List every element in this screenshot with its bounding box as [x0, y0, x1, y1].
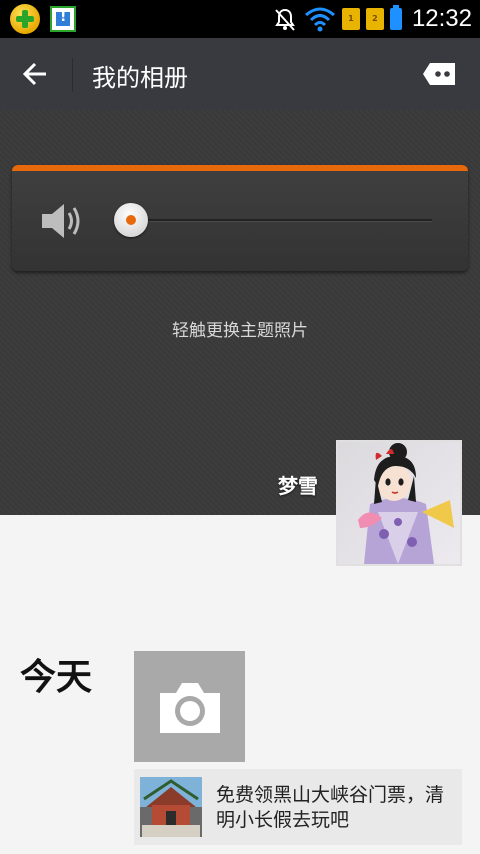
camera-icon	[159, 682, 220, 733]
feed-day-label: 今天	[20, 657, 93, 698]
wifi-icon	[304, 7, 335, 32]
album-screen: 1 2 12:32 我的相册	[0, 0, 480, 854]
alarm-off-icon	[275, 8, 295, 31]
username: 梦雪	[278, 474, 318, 498]
ad-thumbnail	[140, 777, 202, 837]
sim2-icon: 2	[365, 8, 384, 30]
message-more-button[interactable]	[420, 58, 460, 90]
avatar[interactable]	[336, 440, 462, 566]
avatar-image	[338, 442, 460, 564]
arrow-left-icon	[22, 62, 46, 86]
status-time: 12:32	[411, 5, 472, 32]
back-button[interactable]	[14, 54, 58, 94]
ad-text: 免费领黑山大峡谷门票，清明小长假去玩吧	[216, 784, 445, 831]
post-photo-button[interactable]	[134, 651, 245, 762]
music-player	[12, 165, 468, 271]
battery-icon	[389, 5, 402, 30]
change-cover-hint[interactable]: 轻触更换主题照片	[0, 316, 480, 341]
speaker-icon[interactable]	[40, 201, 84, 241]
ad-card[interactable]: 免费领黑山大峡谷门票，清明小长假去玩吧	[134, 769, 462, 845]
volume-slider-knob[interactable]	[114, 203, 148, 237]
sim1-icon: 1	[341, 8, 360, 30]
app-download-icon	[50, 6, 76, 32]
message-more-icon	[423, 63, 455, 85]
status-bar: 1 2 12:32	[0, 0, 480, 38]
title-bar: 我的相册	[0, 38, 480, 110]
title-divider	[72, 58, 73, 92]
app-360-icon	[10, 4, 40, 34]
system-icons: 1 2 12:32	[272, 2, 472, 36]
page-title: 我的相册	[92, 64, 188, 92]
notification-icons	[10, 4, 76, 34]
volume-track[interactable]	[132, 219, 432, 222]
